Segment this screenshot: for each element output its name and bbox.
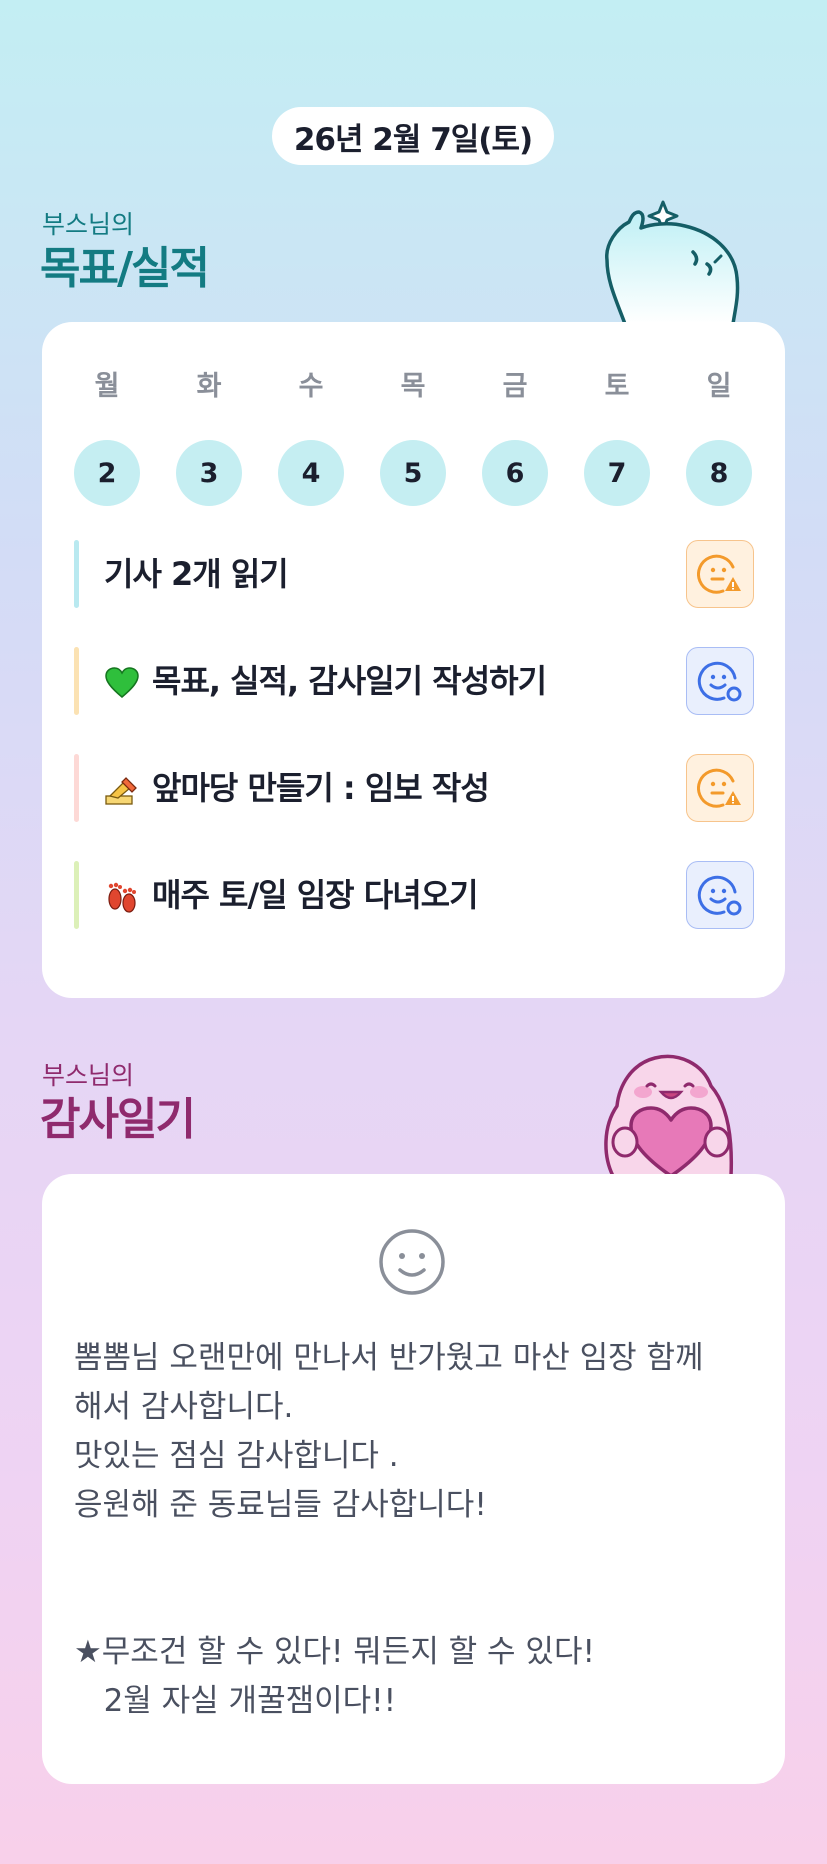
day-name: 일 xyxy=(706,371,732,402)
goal-label: 기사 2개 읽기 xyxy=(104,555,289,593)
goal-item[interactable]: 목표, 실적, 감사일기 작성하기 xyxy=(74,647,754,715)
goal-color-bar xyxy=(74,540,79,608)
day-name: 목 xyxy=(400,371,426,402)
day-name: 토 xyxy=(604,371,630,402)
status-warning-button[interactable] xyxy=(686,540,754,608)
goal-color-bar xyxy=(74,861,79,929)
status-ok-button[interactable] xyxy=(686,647,754,715)
day-date: 5 xyxy=(380,440,446,506)
goal-item[interactable]: 매주 토/일 임장 다녀오기 xyxy=(74,861,754,929)
day-name: 금 xyxy=(502,371,528,402)
status-warning-button[interactable] xyxy=(686,754,754,822)
ghost-mascot-icon xyxy=(605,200,740,324)
day-sun[interactable]: 일 8 xyxy=(686,370,752,506)
thanks-section-title: 감사일기 xyxy=(40,1094,196,1145)
goal-section-title: 목표/실적 xyxy=(40,243,210,294)
day-date: 7 xyxy=(584,440,650,506)
thanks-card: 뽐뽐님 오랜만에 만나서 반가웠고 마산 임장 함께 해서 감사합니다. 맛있는… xyxy=(42,1174,785,1784)
day-mon[interactable]: 월 2 xyxy=(74,370,140,506)
warning-face-icon xyxy=(697,554,741,594)
goal-text: 기사 2개 읽기 xyxy=(104,540,289,608)
day-name: 수 xyxy=(298,371,324,402)
writing-hand-icon xyxy=(104,774,140,806)
day-date: 8 xyxy=(686,440,752,506)
day-date: 3 xyxy=(176,440,242,506)
status-ok-button[interactable] xyxy=(686,861,754,929)
smile-face-icon xyxy=(697,875,742,916)
smile-face-icon xyxy=(697,661,742,702)
goal-label: 매주 토/일 임장 다녀오기 xyxy=(152,876,479,914)
date-label: 26년 2월 7일(토) xyxy=(293,121,533,158)
day-tue[interactable]: 화 3 xyxy=(176,370,242,506)
day-fri[interactable]: 금 6 xyxy=(482,370,548,506)
smiley-face-icon[interactable] xyxy=(378,1228,446,1296)
green-heart-icon xyxy=(104,667,140,699)
day-wed[interactable]: 수 4 xyxy=(278,370,344,506)
date-pill[interactable]: 26년 2월 7일(토) xyxy=(272,107,554,165)
goal-color-bar xyxy=(74,647,79,715)
heart-mascot-icon xyxy=(604,1054,734,1176)
goal-item[interactable]: 앞마당 만들기 : 임보 작성 xyxy=(74,754,754,822)
day-date: 2 xyxy=(74,440,140,506)
day-date: 4 xyxy=(278,440,344,506)
footprints-icon xyxy=(104,881,140,913)
warning-face-icon xyxy=(697,768,741,808)
goal-label: 앞마당 만들기 : 임보 작성 xyxy=(152,769,490,807)
day-name: 화 xyxy=(196,371,222,402)
goal-label: 목표, 실적, 감사일기 작성하기 xyxy=(152,662,547,700)
goal-text: 목표, 실적, 감사일기 작성하기 xyxy=(104,647,547,715)
day-date: 6 xyxy=(482,440,548,506)
diary-text: 뽐뽐님 오랜만에 만나서 반가웠고 마산 임장 함께 해서 감사합니다. 맛있는… xyxy=(74,1340,704,1719)
day-thu[interactable]: 목 5 xyxy=(380,370,446,506)
goal-color-bar xyxy=(74,754,79,822)
day-sat[interactable]: 토 7 xyxy=(584,370,650,506)
goal-card: 월 2 화 3 수 4 목 5 금 6 토 7 일 8 기사 2개 읽기 목표,… xyxy=(42,322,785,998)
goal-item[interactable]: 기사 2개 읽기 xyxy=(74,540,754,608)
goal-text: 앞마당 만들기 : 임보 작성 xyxy=(104,754,490,822)
day-name: 월 xyxy=(94,371,120,402)
goal-text: 매주 토/일 임장 다녀오기 xyxy=(104,861,479,929)
